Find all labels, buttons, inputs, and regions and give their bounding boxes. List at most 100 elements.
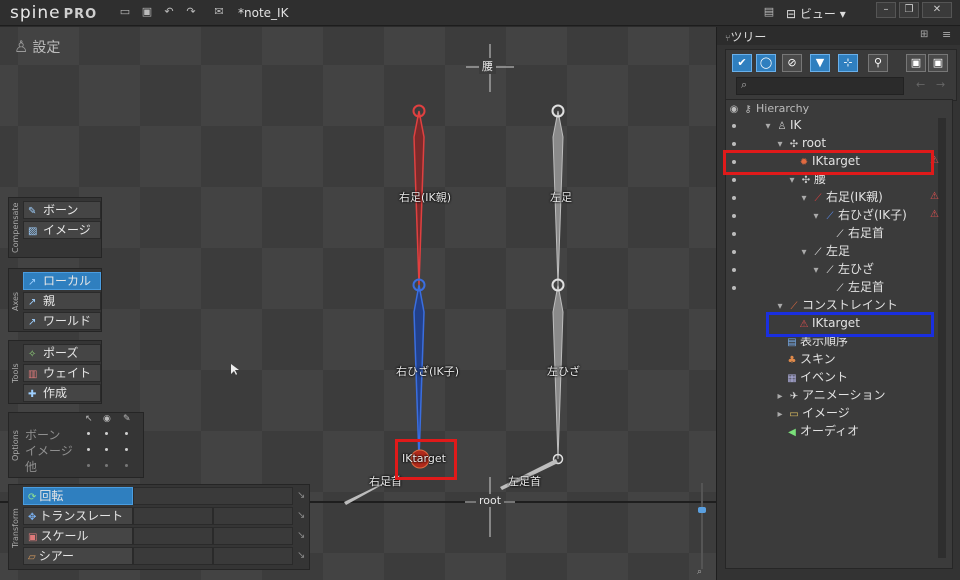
tree-node-ik[interactable]: ▾ ♙ IK <box>762 117 801 134</box>
shear-x-field[interactable] <box>133 547 213 565</box>
option-toggle[interactable] <box>87 448 90 451</box>
tree-node-right-knee[interactable]: ▾ ⟋ 右ひざ(IK子) <box>810 207 906 225</box>
visibility-dot[interactable] <box>732 196 736 200</box>
save-icon[interactable]: ▣ <box>140 5 154 19</box>
tree-node-right-ankle[interactable]: ⟋ 右足首 <box>834 225 885 242</box>
expand-all-icon[interactable]: ▣ <box>928 54 948 72</box>
translate-y-field[interactable] <box>213 507 293 525</box>
scale-icon: ▣ <box>28 532 38 543</box>
option-toggle[interactable] <box>105 464 108 467</box>
close-button[interactable]: ✕ <box>922 2 952 18</box>
visibility-dot[interactable] <box>732 178 736 182</box>
iktarget-constraint-highlight <box>766 312 934 337</box>
zoom-slider[interactable]: ⌕ ⊡ <box>697 479 707 580</box>
compensate-image-button[interactable]: ▨ イメージ <box>23 221 101 239</box>
filter-bones-icon[interactable]: ✔ <box>732 54 752 72</box>
tree-node-audio[interactable]: ◀ オーディオ <box>786 423 859 440</box>
expand-icon[interactable]: ▾ <box>810 208 822 225</box>
prev-result-icon[interactable]: ← <box>916 78 925 91</box>
folder-icon[interactable]: ▭ <box>118 5 132 19</box>
tree-node-right-thigh[interactable]: ▾ ⟋ 右足(IK親) <box>798 189 882 207</box>
scale-button[interactable]: ▣ スケール <box>23 527 133 545</box>
option-toggle[interactable] <box>87 432 90 435</box>
visibility-dot[interactable] <box>732 286 736 290</box>
expand-icon[interactable]: ▾ <box>798 190 810 207</box>
pose-icon: ✧ <box>28 349 37 360</box>
option-toggle[interactable] <box>105 448 108 451</box>
shear-button[interactable]: ▱ シアー <box>23 547 133 565</box>
visibility-dot[interactable] <box>732 124 736 128</box>
collapse-all-icon[interactable]: ▣ <box>906 54 926 72</box>
viewport[interactable]: ♙ 設定 腰 root 右足(IK親) 左足 右ひざ(IK子) 左ひざ IKtar… <box>0 27 716 580</box>
world-axes-icon: ↗ <box>28 317 37 328</box>
shear-y-field[interactable] <box>213 547 293 565</box>
skeleton-icon: ♙ <box>777 121 787 132</box>
redo-icon[interactable]: ↷ <box>184 5 198 19</box>
create-tool-button[interactable]: ✚ 作成 <box>23 384 101 402</box>
expand-icon[interactable]: ▸ <box>774 406 786 423</box>
translate-lock-icon[interactable]: ↘ <box>297 510 309 522</box>
filter-other-icon[interactable]: ⊹ <box>838 54 858 72</box>
option-toggle[interactable] <box>125 448 128 451</box>
visibility-dot[interactable] <box>732 268 736 272</box>
weights-tool-button[interactable]: ▥ ウェイト <box>23 364 101 382</box>
translate-x-field[interactable] <box>133 507 213 525</box>
axes-local-button[interactable]: ↗ ローカル <box>23 272 101 290</box>
view-menu[interactable]: ⊟ ビュー ▾ <box>786 5 846 22</box>
axes-world-button[interactable]: ↗ ワールド <box>23 312 101 330</box>
visibility-dot[interactable] <box>732 232 736 236</box>
expand-icon[interactable]: ▸ <box>774 388 786 405</box>
filter-slots-icon[interactable]: ◯ <box>756 54 776 72</box>
visibility-dot[interactable] <box>732 142 736 146</box>
tree-node-left-thigh[interactable]: ▾ ⟋ 左足 <box>798 243 850 260</box>
tree-node-animations[interactable]: ▸ ✈ アニメーション <box>774 387 885 405</box>
tree-scrollbar[interactable] <box>938 118 946 558</box>
tree-node-left-ankle[interactable]: ⟋ 左足首 <box>834 279 885 296</box>
tree-node-events[interactable]: ▦ イベント <box>786 369 848 386</box>
rotate-lock-icon[interactable]: ↘ <box>297 490 309 502</box>
left-knee-label: 左ひざ <box>547 365 580 378</box>
pose-tool-button[interactable]: ✧ ポーズ <box>23 344 101 362</box>
rotate-value-field[interactable] <box>133 487 293 505</box>
option-toggle[interactable] <box>105 432 108 435</box>
zoom-icon[interactable]: ⌕ <box>697 567 702 577</box>
filter-constraints-icon[interactable]: ▼ <box>810 54 830 72</box>
tree-view-icon[interactable]: ▤ <box>762 5 776 19</box>
next-result-icon[interactable]: → <box>936 78 945 91</box>
tree-node-skins[interactable]: ♣ スキン <box>786 351 836 368</box>
scale-y-field[interactable] <box>213 527 293 545</box>
expand-icon[interactable]: ▾ <box>762 118 774 135</box>
hierarchy-column-header: ◉ ⚷ Hierarchy <box>728 100 810 117</box>
create-icon: ✚ <box>28 389 37 400</box>
tree-node-left-knee[interactable]: ▾ ⟋ 左ひざ <box>810 261 874 278</box>
minimize-button[interactable]: – <box>876 2 896 18</box>
translate-icon: ✥ <box>28 512 37 523</box>
restore-button[interactable]: ❐ <box>899 2 919 18</box>
undo-icon[interactable]: ↶ <box>162 5 176 19</box>
expand-icon[interactable]: ▾ <box>798 244 810 261</box>
zoom-handle[interactable] <box>698 507 706 513</box>
export-icon[interactable]: ✉ <box>212 5 226 19</box>
tree-search-input[interactable]: ⌕ <box>736 77 904 95</box>
eye-column-icon: ◉ <box>103 414 111 424</box>
option-toggle[interactable] <box>125 464 128 467</box>
option-toggle[interactable] <box>125 432 128 435</box>
translate-button[interactable]: ✥ トランスレート <box>23 507 133 525</box>
bone-icon: ⟋ <box>826 265 834 276</box>
scale-lock-icon[interactable]: ↘ <box>297 530 309 542</box>
visibility-dot[interactable] <box>732 214 736 218</box>
scale-x-field[interactable] <box>133 527 213 545</box>
visibility-dot[interactable] <box>732 250 736 254</box>
option-toggle[interactable] <box>87 464 90 467</box>
axes-parent-button[interactable]: ↗ 親 <box>23 292 101 310</box>
compensate-bone-button[interactable]: ✎ ボーン <box>23 201 101 219</box>
expand-icon[interactable]: ▾ <box>810 262 822 279</box>
filter-attachments-icon[interactable]: ⊘ <box>782 54 802 72</box>
tag-column-icon: ✎ <box>123 414 131 424</box>
tree-node-images[interactable]: ▸ ▭ イメージ <box>774 405 849 423</box>
tree-options-icon[interactable]: ⊞ <box>920 29 928 40</box>
search-settings-icon[interactable]: ⚲ <box>868 54 888 72</box>
rotate-button[interactable]: ⟳ 回転 <box>23 487 133 505</box>
tree-menu-icon[interactable]: ≡ <box>942 28 951 41</box>
shear-lock-icon[interactable]: ↘ <box>297 550 309 562</box>
